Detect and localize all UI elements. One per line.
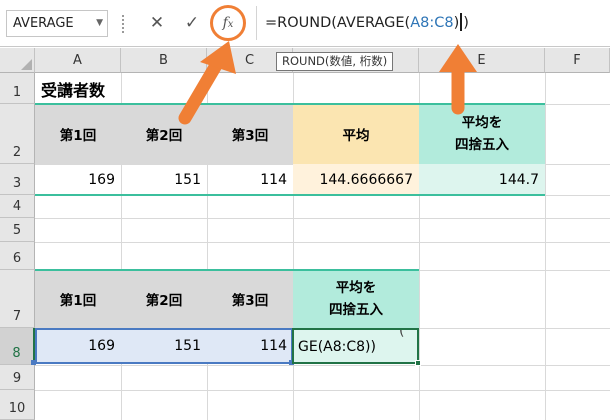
- column-header-a[interactable]: A: [35, 48, 121, 73]
- fill-handle[interactable]: [415, 360, 421, 366]
- cancel-icon[interactable]: ✕: [146, 12, 168, 34]
- cell-b7-header[interactable]: 第2回: [121, 270, 207, 328]
- editing-text: GE(A8:C8)): [298, 339, 376, 355]
- function-tooltip[interactable]: ROUND(数値, 桁数): [276, 52, 394, 71]
- cell-b2-header[interactable]: 第2回: [121, 104, 207, 164]
- cell-c7-header[interactable]: 第3回: [207, 270, 293, 328]
- text-caret: [460, 13, 463, 31]
- grid-line: [35, 218, 610, 219]
- cell-e3[interactable]: 144.7: [419, 164, 545, 195]
- row-header-9[interactable]: 9: [0, 365, 35, 390]
- select-all-icon: [21, 59, 32, 70]
- cell-a3[interactable]: 169: [35, 164, 121, 195]
- row-header-5[interactable]: 5: [0, 218, 35, 242]
- cell-e2-header[interactable]: 平均を 四捨五入: [419, 104, 545, 164]
- grid-line: [35, 365, 610, 366]
- cell-c2-header[interactable]: 第3回: [207, 104, 293, 164]
- table-border: [35, 103, 545, 105]
- cell-b3[interactable]: 151: [121, 164, 207, 195]
- formula-reference: A8:C8: [410, 15, 454, 31]
- row-header-7[interactable]: 7: [0, 270, 35, 328]
- column-header-e[interactable]: E: [419, 48, 545, 73]
- cell-d7-header[interactable]: 平均を 四捨五入: [293, 270, 419, 328]
- table-border: [35, 194, 545, 196]
- resize-handle[interactable]: [122, 15, 124, 33]
- formula-input[interactable]: =ROUND(AVERAGE(A8:C8)): [256, 6, 610, 40]
- fx-icon[interactable]: fx: [210, 5, 246, 41]
- row-header-6[interactable]: 6: [0, 242, 35, 270]
- cell-c3[interactable]: 114: [207, 164, 293, 195]
- cell-a2-header[interactable]: 第1回: [35, 104, 121, 164]
- cell-d2-header[interactable]: 平均: [293, 104, 419, 164]
- dropdown-arrow-icon[interactable]: ▼: [96, 11, 103, 36]
- column-header-f[interactable]: F: [545, 48, 610, 73]
- column-header-b[interactable]: B: [121, 48, 207, 73]
- range-handle[interactable]: [31, 360, 36, 365]
- cell-d8-editing[interactable]: ( GE(A8:C8)): [292, 328, 419, 364]
- reference-range-highlight: [35, 328, 293, 364]
- formula-text-tail: ): [463, 15, 469, 31]
- row-header-1[interactable]: 1: [0, 73, 35, 104]
- cell-a1-title[interactable]: 受講者数: [35, 73, 207, 104]
- cell-a7-header[interactable]: 第1回: [35, 270, 121, 328]
- row-header-8[interactable]: 8: [0, 328, 35, 365]
- row-header-4[interactable]: 4: [0, 195, 35, 218]
- grid-line: [35, 242, 610, 243]
- grid-line: [35, 390, 610, 391]
- formula-text: =ROUND(AVERAGE(: [265, 15, 411, 31]
- formula-text-close: ): [453, 15, 460, 31]
- enter-icon[interactable]: ✓: [181, 12, 203, 34]
- name-box-value: AVERAGE: [13, 16, 74, 31]
- row-header-10[interactable]: 10: [0, 390, 35, 420]
- row-header-2[interactable]: 2: [0, 104, 35, 164]
- table-border: [35, 269, 419, 271]
- name-box[interactable]: AVERAGE ▼: [6, 10, 108, 37]
- editing-overflow-text: (: [399, 328, 405, 339]
- cell-d3[interactable]: 144.6666667: [293, 164, 419, 195]
- grid-line: [545, 73, 546, 420]
- row-header-3[interactable]: 3: [0, 164, 35, 195]
